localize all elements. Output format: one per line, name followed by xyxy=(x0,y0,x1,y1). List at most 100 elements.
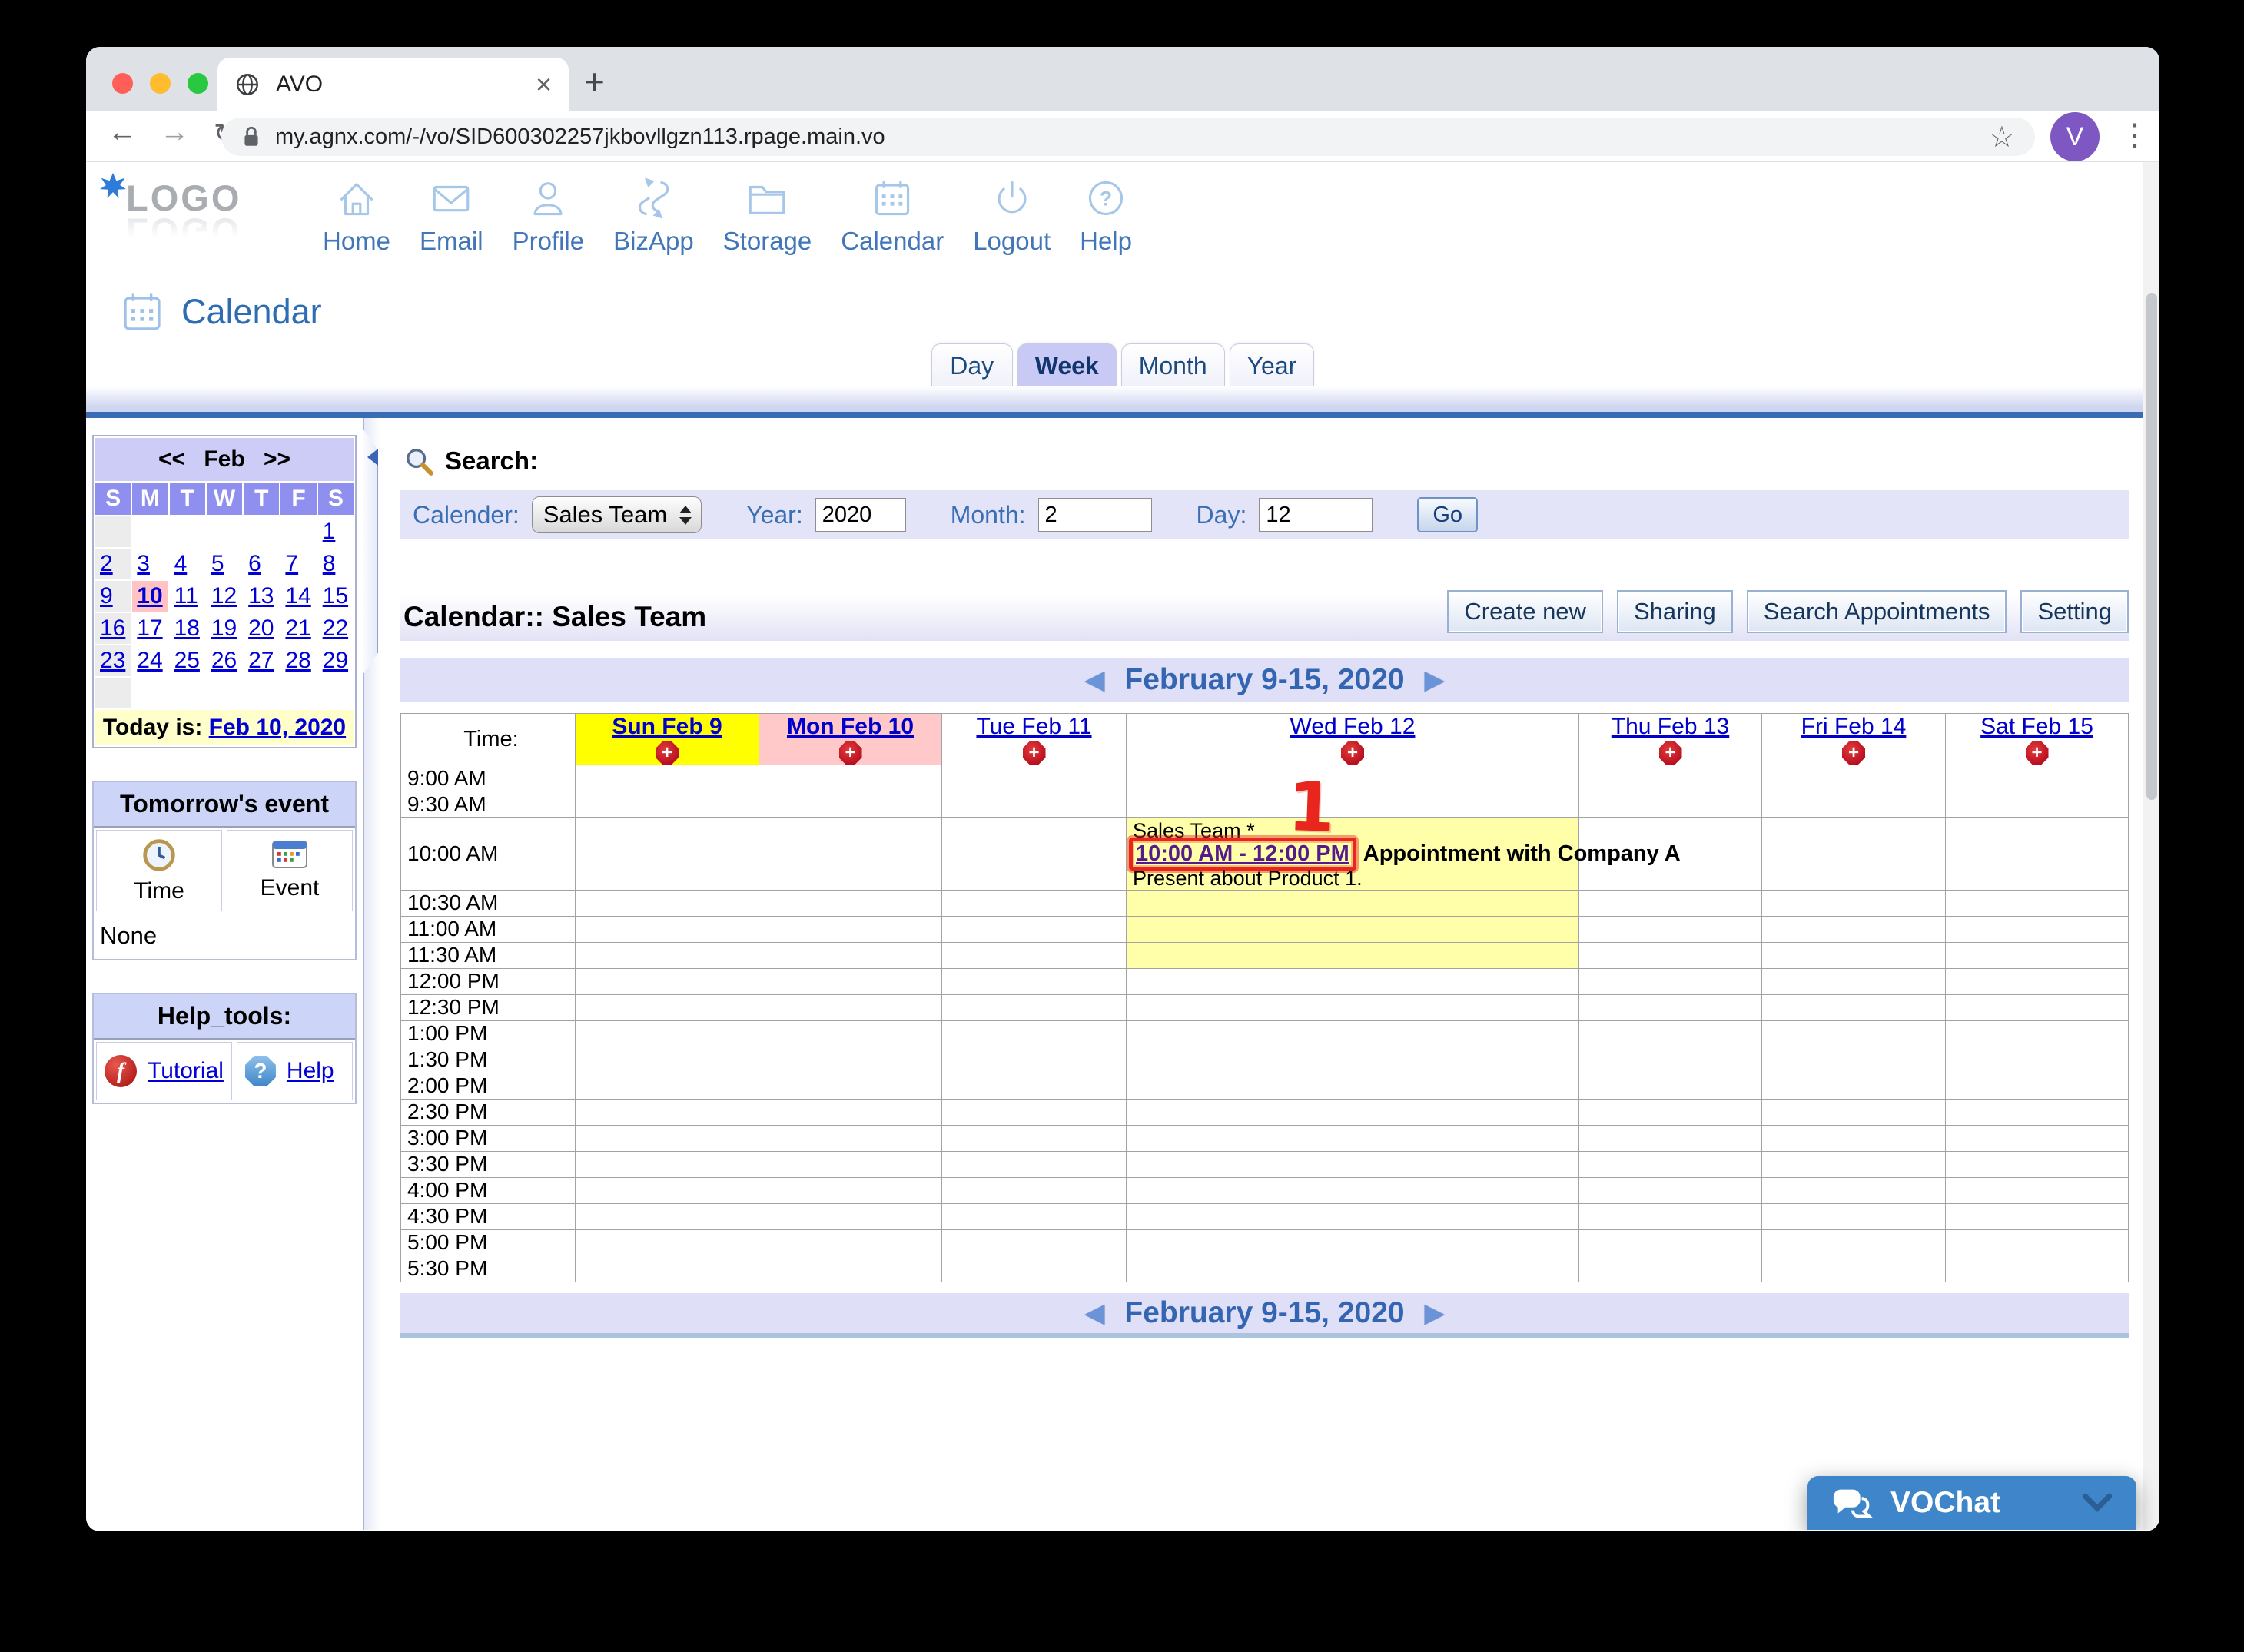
minical-day-link[interactable]: 7 xyxy=(285,551,298,576)
nav-item-logout[interactable]: Logout xyxy=(973,176,1051,256)
scrollbar-thumb[interactable] xyxy=(2146,293,2157,800)
browser-profile-avatar[interactable]: V xyxy=(2050,112,2100,161)
help-link[interactable]: Help xyxy=(287,1058,334,1084)
go-button[interactable]: Go xyxy=(1417,497,1479,532)
minical-day-cell: 7 xyxy=(280,549,317,579)
day-link[interactable]: Mon Feb 10 xyxy=(787,714,914,740)
minical-day-link[interactable]: 23 xyxy=(100,648,125,673)
minical-day-link[interactable]: 18 xyxy=(174,615,200,641)
next-week-icon[interactable]: ▶ xyxy=(1425,1298,1445,1329)
minical-day-link[interactable]: 27 xyxy=(248,648,274,673)
day-link[interactable]: Sun Feb 9 xyxy=(612,714,722,740)
minical-day-link[interactable]: 20 xyxy=(248,615,274,641)
create-new-button[interactable]: Create new xyxy=(1447,590,1603,633)
month-input[interactable] xyxy=(1037,498,1152,532)
page-scrollbar[interactable] xyxy=(2143,162,2159,1530)
minical-prev-button[interactable]: << xyxy=(152,446,191,472)
minical-day-link[interactable]: 14 xyxy=(285,583,310,609)
minical-day-link[interactable]: 26 xyxy=(211,648,237,673)
day-input[interactable] xyxy=(1259,498,1373,532)
zoom-window-button[interactable] xyxy=(188,73,208,94)
sharing-button[interactable]: Sharing xyxy=(1616,590,1733,633)
close-window-button[interactable] xyxy=(112,73,133,94)
add-appointment-icon[interactable] xyxy=(1842,741,1865,765)
day-link[interactable]: Sat Feb 15 xyxy=(1980,714,2093,740)
tab-month[interactable]: Month xyxy=(1120,343,1225,386)
grid-slot xyxy=(941,941,1127,969)
grid-slot xyxy=(575,765,759,791)
minical-day-link[interactable]: 19 xyxy=(211,615,237,641)
year-input[interactable] xyxy=(815,498,906,532)
minical-day-link[interactable]: 24 xyxy=(137,648,162,673)
calendar-select[interactable]: Sales Team xyxy=(531,496,702,533)
forward-button[interactable]: → xyxy=(160,116,189,149)
close-tab-icon[interactable]: × xyxy=(536,68,552,101)
minical-day-link[interactable]: 13 xyxy=(248,583,274,609)
add-appointment-icon[interactable] xyxy=(1341,741,1364,765)
minical-day-link[interactable]: 25 xyxy=(174,648,200,673)
bookmark-star-icon[interactable]: ☆ xyxy=(1989,120,2015,154)
search-appointments-button[interactable]: Search Appointments xyxy=(1746,590,2007,633)
minical-day-link[interactable]: 5 xyxy=(211,551,224,576)
minimize-window-button[interactable] xyxy=(150,73,171,94)
minical-day-link[interactable]: 2 xyxy=(100,551,113,576)
minical-day-link[interactable]: 29 xyxy=(323,648,348,673)
collapse-left-icon[interactable] xyxy=(367,449,379,466)
day-link[interactable]: Thu Feb 13 xyxy=(1612,714,1729,740)
minical-day-link[interactable]: 8 xyxy=(323,551,336,576)
minical-day-link[interactable]: 22 xyxy=(323,615,348,641)
minical-day-link[interactable]: 11 xyxy=(174,583,198,609)
address-bar[interactable]: my.agnx.com/-/vo/SID600302257jkbovllgzn1… xyxy=(221,118,2035,156)
grid-slot xyxy=(1761,889,1946,917)
next-week-icon[interactable]: ▶ xyxy=(1425,665,1445,695)
browser-tab[interactable]: AVO × xyxy=(217,58,569,111)
day-link[interactable]: Wed Feb 12 xyxy=(1290,714,1416,740)
minical-day-link[interactable]: 17 xyxy=(137,615,162,641)
today-date-link[interactable]: Feb 10, 2020 xyxy=(209,715,346,740)
nav-item-bizapp[interactable]: BizApp xyxy=(613,176,694,256)
day-link[interactable]: Tue Feb 11 xyxy=(976,714,1091,740)
prev-week-icon[interactable]: ◀ xyxy=(1084,665,1104,695)
minical-day-cell: 9 xyxy=(95,581,131,612)
nav-item-calendar[interactable]: Calendar xyxy=(841,176,944,256)
minical-day-link[interactable]: 10 xyxy=(137,583,162,609)
tab-week[interactable]: Week xyxy=(1017,343,1117,386)
nav-item-home[interactable]: Home xyxy=(323,176,390,256)
chevron-down-icon[interactable] xyxy=(2081,1493,2113,1513)
minical-day-link[interactable]: 9 xyxy=(100,583,113,609)
minical-day-link[interactable]: 15 xyxy=(323,583,348,609)
tutorial-link[interactable]: Tutorial xyxy=(148,1058,224,1084)
minical-day-link[interactable]: 12 xyxy=(211,583,237,609)
tab-year[interactable]: Year xyxy=(1229,343,1315,386)
grid-slot xyxy=(1945,915,2129,943)
add-appointment-icon[interactable] xyxy=(656,741,679,765)
nav-item-profile[interactable]: Profile xyxy=(513,176,584,256)
tab-day[interactable]: Day xyxy=(931,343,1013,386)
vochat-widget[interactable]: VOChat xyxy=(1807,1476,2136,1530)
nav-item-email[interactable]: Email xyxy=(420,176,483,256)
minical-next-button[interactable]: >> xyxy=(257,446,297,472)
minical-day-link[interactable]: 3 xyxy=(137,551,150,576)
back-button[interactable]: ← xyxy=(108,116,137,149)
day-link[interactable]: Fri Feb 14 xyxy=(1801,714,1907,740)
minical-day-link[interactable]: 4 xyxy=(174,551,188,576)
help-cell: ? Help xyxy=(236,1042,353,1100)
minical-day-link[interactable]: 1 xyxy=(323,519,336,544)
sidebar-collapse-handle[interactable] xyxy=(363,429,379,675)
minical-day-link[interactable]: 28 xyxy=(285,648,310,673)
nav-item-help[interactable]: ? Help xyxy=(1080,176,1132,256)
add-appointment-icon[interactable] xyxy=(1022,741,1046,765)
add-appointment-icon[interactable] xyxy=(838,741,862,765)
grid-slot xyxy=(1578,1176,1762,1204)
prev-week-icon[interactable]: ◀ xyxy=(1084,1298,1104,1329)
add-appointment-icon[interactable] xyxy=(2025,741,2049,765)
setting-button[interactable]: Setting xyxy=(2020,590,2129,633)
nav-item-storage[interactable]: Storage xyxy=(723,176,812,256)
browser-menu-icon[interactable]: ⋮ xyxy=(2120,118,2150,153)
add-appointment-icon[interactable] xyxy=(1658,741,1682,765)
minical-day-link[interactable]: 6 xyxy=(248,551,261,576)
minical-day-link[interactable]: 16 xyxy=(100,615,125,641)
minical-day-link[interactable]: 21 xyxy=(285,615,310,641)
minical-day-cell: 20 xyxy=(244,613,280,644)
new-tab-button[interactable]: + xyxy=(584,61,605,102)
